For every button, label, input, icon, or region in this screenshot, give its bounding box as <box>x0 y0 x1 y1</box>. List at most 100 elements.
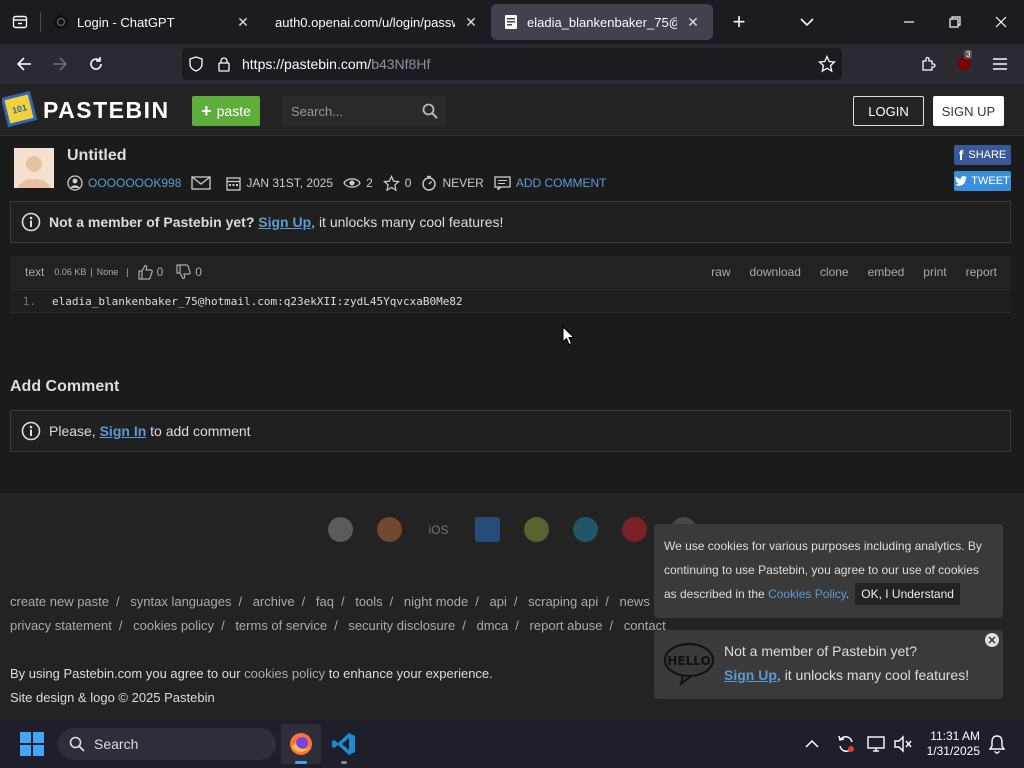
new-paste-button[interactable]: + paste <box>192 96 260 126</box>
firefox-icon[interactable] <box>377 517 402 542</box>
start-button[interactable] <box>20 732 44 756</box>
author-avatar[interactable] <box>14 148 54 188</box>
footer-link[interactable]: api <box>490 594 507 609</box>
link-separator: / <box>221 618 225 633</box>
android-icon[interactable] <box>524 517 549 542</box>
popup-close-icon[interactable]: ✕ <box>985 633 999 647</box>
notice-signup-link[interactable]: Sign Up <box>258 214 311 230</box>
download-link[interactable]: download <box>750 265 801 279</box>
network-tray-icon[interactable] <box>866 734 886 754</box>
dislike-count: 0 <box>195 265 202 279</box>
browser-tab-bar: Login - ChatGPT ✕ auth0.openai.com/u/log… <box>0 0 1024 44</box>
taskbar-firefox[interactable] <box>281 724 321 764</box>
reload-button[interactable] <box>78 48 114 80</box>
tab-pastebin-active[interactable]: eladia_blankenbaker_75@hotma ✕ <box>491 4 713 40</box>
add-comment-link[interactable]: ADD COMMENT <box>494 176 607 190</box>
opera-icon[interactable] <box>622 517 647 542</box>
footer-link[interactable]: archive <box>253 594 295 609</box>
code-line: 1. eladia_blankenbaker_75@hotmail.com:q2… <box>10 289 1011 313</box>
footer-link[interactable]: faq <box>316 594 334 609</box>
forward-button[interactable] <box>42 48 78 80</box>
footer-link[interactable]: night mode <box>404 594 468 609</box>
minimize-window-button[interactable] <box>886 0 932 44</box>
restore-window-button[interactable] <box>932 0 978 44</box>
footer-link[interactable]: syntax languages <box>130 594 231 609</box>
ios-link[interactable]: iOS <box>426 523 451 537</box>
author-link[interactable]: OOOOOOOK998 <box>88 176 181 190</box>
bookmark-star-icon[interactable] <box>818 55 836 73</box>
url-text[interactable]: https://pastebin.com/b43Nf8Hf <box>242 56 430 72</box>
search-input[interactable] <box>291 103 411 119</box>
show-hidden-icons-button[interactable] <box>804 736 820 752</box>
footer-link[interactable]: dmca <box>477 618 509 633</box>
taskbar-clock[interactable]: 11:31 AM 1/31/2025 <box>916 729 980 759</box>
address-bar[interactable]: https://pastebin.com/b43Nf8Hf <box>182 48 842 80</box>
notifications-button[interactable] <box>988 734 1006 754</box>
active-app-indicator <box>295 761 307 764</box>
footer-link[interactable]: news <box>619 594 649 609</box>
shield-icon[interactable] <box>188 56 204 72</box>
syntax-link[interactable]: text <box>25 265 44 279</box>
svg-text:HELLO: HELLO <box>667 654 710 668</box>
footer-link[interactable]: tools <box>355 594 382 609</box>
back-button[interactable] <box>6 48 42 80</box>
tab-chatgpt-login[interactable]: Login - ChatGPT ✕ <box>41 4 263 40</box>
cookie-policy-link[interactable]: Cookies Policy <box>768 587 846 601</box>
chrome-icon[interactable] <box>328 517 353 542</box>
windows-icon[interactable] <box>475 517 500 542</box>
footer-link[interactable]: cookies policy <box>133 618 214 633</box>
notice-rest: , it unlocks many cool features! <box>311 214 504 230</box>
close-tab-icon[interactable]: ✕ <box>685 14 701 30</box>
like-button[interactable]: 0 <box>137 264 163 280</box>
footer-link[interactable]: report abuse <box>530 618 603 633</box>
facebook-share-button[interactable]: f SHARE <box>954 145 1011 165</box>
link-separator: / <box>340 594 345 609</box>
footer-link[interactable]: terms of service <box>235 618 327 633</box>
tab-overview-button[interactable] <box>0 0 40 44</box>
close-tab-icon[interactable]: ✕ <box>235 14 251 30</box>
taskbar-search-box[interactable]: Search <box>58 728 276 760</box>
list-all-tabs-button[interactable] <box>789 4 825 40</box>
message-author[interactable] <box>191 176 216 190</box>
twitter-tweet-button[interactable]: TWEET <box>954 171 1011 191</box>
line-text[interactable]: eladia_blankenbaker_75@hotmail.com:q23ek… <box>52 295 463 308</box>
login-button[interactable]: LOGIN <box>853 96 924 126</box>
signup-button[interactable]: SIGN UP <box>933 96 1004 126</box>
search-icon[interactable] <box>422 103 438 119</box>
footer-link[interactable]: security disclosure <box>348 618 455 633</box>
clone-link[interactable]: clone <box>820 265 849 279</box>
app-menu-button[interactable] <box>982 48 1018 80</box>
arrow-right-icon <box>53 57 68 71</box>
embed-link[interactable]: embed <box>868 265 905 279</box>
tab-auth0-login[interactable]: auth0.openai.com/u/login/passwo ✕ <box>263 4 491 40</box>
mac-icon[interactable] <box>573 517 598 542</box>
pastebin-logo[interactable]: 101 <box>2 90 38 128</box>
line-number: 1. <box>22 294 36 308</box>
footer-link[interactable]: privacy statement <box>10 618 112 633</box>
sign-in-link[interactable]: Sign In <box>100 423 147 439</box>
cookies-policy-link[interactable]: cookies policy <box>244 666 325 681</box>
stopwatch-icon <box>422 175 437 191</box>
extensions-button[interactable] <box>910 48 946 80</box>
signin-notice: Please, Sign In to add comment <box>10 410 1011 452</box>
ublock-extension-button[interactable]: 3 <box>946 48 982 80</box>
print-link[interactable]: print <box>923 265 946 279</box>
report-link[interactable]: report <box>966 265 997 279</box>
cookie-ok-button[interactable]: OK, I Understand <box>855 583 960 605</box>
sync-tray-icon[interactable] <box>836 734 856 754</box>
new-tab-button[interactable]: + <box>721 4 757 40</box>
lock-icon[interactable] <box>216 56 232 72</box>
dislike-button[interactable]: 0 <box>175 264 202 280</box>
taskbar-vscode[interactable] <box>324 724 364 764</box>
site-logo-text[interactable]: PASTEBIN <box>43 97 170 124</box>
popup-signup-link[interactable]: Sign Up <box>724 667 777 683</box>
volume-tray-icon[interactable] <box>893 734 913 754</box>
clock-time: 11:31 AM <box>930 729 980 743</box>
star-icon[interactable] <box>382 174 400 192</box>
close-tab-icon[interactable]: ✕ <box>463 14 479 30</box>
close-window-button[interactable] <box>978 0 1024 44</box>
footer-link[interactable]: create new paste <box>10 594 109 609</box>
add-comment-label: ADD COMMENT <box>515 176 607 190</box>
raw-link[interactable]: raw <box>711 265 730 279</box>
footer-link[interactable]: scraping api <box>528 594 598 609</box>
